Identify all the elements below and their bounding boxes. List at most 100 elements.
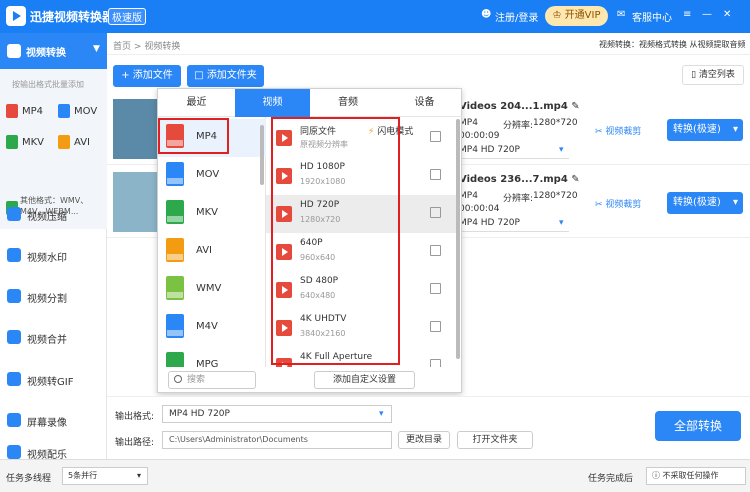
output-format-value: MP4 HD 720P — [169, 409, 230, 419]
convert-all-button[interactable]: 全部转换 — [655, 411, 741, 441]
mov-file-icon — [166, 162, 184, 186]
tab-video[interactable]: 视频 — [235, 89, 310, 117]
user-icon[interactable]: ☻ — [481, 9, 491, 20]
clear-list-label: 清空列表 — [698, 70, 735, 80]
chevron-down-icon: ▾ — [559, 145, 564, 155]
avi-icon — [58, 135, 70, 149]
format-search-input[interactable]: 搜索 — [168, 371, 256, 389]
service-icon[interactable]: ✉ — [617, 9, 625, 20]
file-resolution: 1280*720 — [533, 191, 578, 201]
video-thumbnail — [113, 172, 159, 232]
tab-audio[interactable]: 音频 — [310, 89, 386, 117]
sidebar-item-label: 视频配乐 — [27, 450, 67, 459]
convert-button[interactable]: 转换(极速) ▾ — [667, 119, 743, 141]
info-icon: ⓘ — [652, 471, 663, 480]
edit-icon[interactable] — [430, 131, 441, 142]
sidebar: 视频转换 ▼ 按输出格式批量添加 MP4 MOV MKV AVI 其他格式：WM… — [0, 33, 107, 459]
crop-video-link[interactable]: ✂ 视频裁剪 — [595, 197, 641, 210]
output-format-label: 输出格式: — [115, 412, 155, 422]
edition-badge: 极速版 — [108, 8, 146, 25]
sidebar-item-label: 视频转换 — [26, 48, 66, 59]
edit-icon[interactable] — [430, 245, 441, 256]
register-login-link[interactable]: 注册/登录 — [495, 9, 538, 24]
convert-label: 转换(极速) — [673, 197, 721, 208]
quick-format-avi[interactable]: AVI — [58, 135, 90, 149]
breadcrumb-current: 视频转换 — [144, 42, 181, 52]
sidebar-item-convert[interactable]: 视频转换 ▼ — [0, 33, 107, 69]
add-folder-button[interactable]: □ 添加文件夹 — [187, 65, 264, 87]
preset-list-scrollbar[interactable] — [456, 119, 460, 359]
format-item-mpg[interactable]: MPG — [158, 347, 266, 367]
output-format-select[interactable]: MP4 HD 720P ▾ — [162, 405, 392, 423]
menu-icon[interactable]: ≡ — [683, 9, 691, 20]
crop-video-link[interactable]: ✂ 视频裁剪 — [595, 124, 641, 137]
highlight-box-presets — [271, 117, 400, 365]
format-label: MPG — [196, 359, 219, 367]
add-file-button[interactable]: + 添加文件 — [113, 65, 181, 87]
mov-icon — [58, 104, 70, 118]
format-item-wmv[interactable]: WMV — [158, 271, 266, 309]
edit-icon[interactable] — [430, 207, 441, 218]
sidebar-item-label: 视频分割 — [27, 294, 67, 305]
open-folder-button[interactable]: 打开文件夹 — [457, 431, 533, 449]
status-bar: 任务多线程 5条并行 ▾ 任务完成后 ⓘ 不采取任何操作 — [0, 459, 750, 492]
convert-button[interactable]: 转换(极速) ▾ — [667, 192, 743, 214]
m4v-file-icon — [166, 314, 184, 338]
after-task-select[interactable]: ⓘ 不采取任何操作 — [646, 467, 746, 485]
format-list-scrollbar[interactable] — [260, 125, 264, 185]
mpg-file-icon — [166, 352, 184, 367]
format-item-avi[interactable]: AVI — [158, 233, 266, 271]
mp4-icon — [6, 104, 18, 118]
chevron-down-icon: ▾ — [559, 218, 564, 228]
file-preset-select[interactable]: MP4 HD 720P ▾ — [459, 145, 569, 159]
tab-device[interactable]: 设备 — [386, 89, 463, 117]
sidebar-item-split[interactable]: 视频分割 — [0, 282, 107, 310]
quick-format-mkv[interactable]: MKV — [6, 135, 44, 149]
sidebar-item-watermark[interactable]: 视频水印 — [0, 241, 107, 269]
add-folder-label: 添加文件夹 — [206, 70, 257, 81]
file-resolution: 1280*720 — [533, 118, 578, 128]
format-item-mov[interactable]: MOV — [158, 157, 266, 195]
sidebar-item-music[interactable]: 视频配乐 — [0, 438, 107, 459]
file-preset-select[interactable]: MP4 HD 720P ▾ — [459, 218, 569, 232]
vip-button[interactable]: ♔ 开通VIP — [545, 6, 608, 26]
threads-value: 5条并行 — [68, 471, 98, 480]
change-directory-button[interactable]: 更改目录 — [398, 431, 450, 449]
quick-format-mov[interactable]: MOV — [58, 104, 97, 118]
format-label: WMV — [196, 283, 222, 294]
edit-icon[interactable] — [430, 321, 441, 332]
sidebar-item-record[interactable]: 屏幕录像 — [0, 406, 107, 434]
sidebar-item-gif[interactable]: 视频转GIF — [0, 365, 107, 393]
format-item-m4v[interactable]: M4V — [158, 309, 266, 347]
quick-format-label: AVI — [74, 137, 90, 148]
sidebar-item-label: 视频合并 — [27, 335, 67, 346]
breadcrumb-bar: 首页 > 视频转换 视频转换：视频格式转换 从视频提取音频 — [107, 33, 750, 55]
tab-recent[interactable]: 最近 — [158, 89, 235, 117]
rename-icon[interactable]: ✎ — [571, 174, 579, 185]
quick-format-mp4[interactable]: MP4 — [6, 104, 43, 118]
rename-icon[interactable]: ✎ — [571, 101, 579, 112]
output-path-field[interactable]: C:\Users\Administrator\Documents — [162, 431, 392, 449]
threads-select[interactable]: 5条并行 ▾ — [62, 467, 148, 485]
format-item-mkv[interactable]: MKV — [158, 195, 266, 233]
edit-icon[interactable] — [430, 359, 441, 367]
breadcrumb-home[interactable]: 首页 — [113, 42, 131, 52]
file-name-text: Videos 236...7.mp4 — [459, 174, 568, 185]
service-link[interactable]: 客服中心 — [632, 9, 672, 24]
add-custom-setting-button[interactable]: 添加自定义设置 — [314, 371, 415, 389]
chevron-down-icon: ▾ — [733, 124, 739, 135]
app-logo-icon — [6, 6, 26, 26]
file-duration: 00:00:04 — [459, 204, 500, 214]
sidebar-item-merge[interactable]: 视频合并 — [0, 323, 107, 351]
resolution-label: 分辨率: — [503, 121, 534, 131]
search-icon — [174, 375, 182, 383]
file-duration: 00:00:09 — [459, 131, 500, 141]
file-preset-value: MP4 HD 720P — [459, 145, 520, 155]
sidebar-item-compress[interactable]: 视频压缩 — [0, 200, 107, 228]
edit-icon[interactable] — [430, 169, 441, 180]
chevron-down-icon: ▼ — [93, 44, 100, 54]
edit-icon[interactable] — [430, 283, 441, 294]
close-icon[interactable]: ✕ — [723, 9, 731, 20]
minimize-icon[interactable]: — — [702, 9, 712, 20]
clear-list-button[interactable]: ▯ 清空列表 — [682, 65, 744, 85]
